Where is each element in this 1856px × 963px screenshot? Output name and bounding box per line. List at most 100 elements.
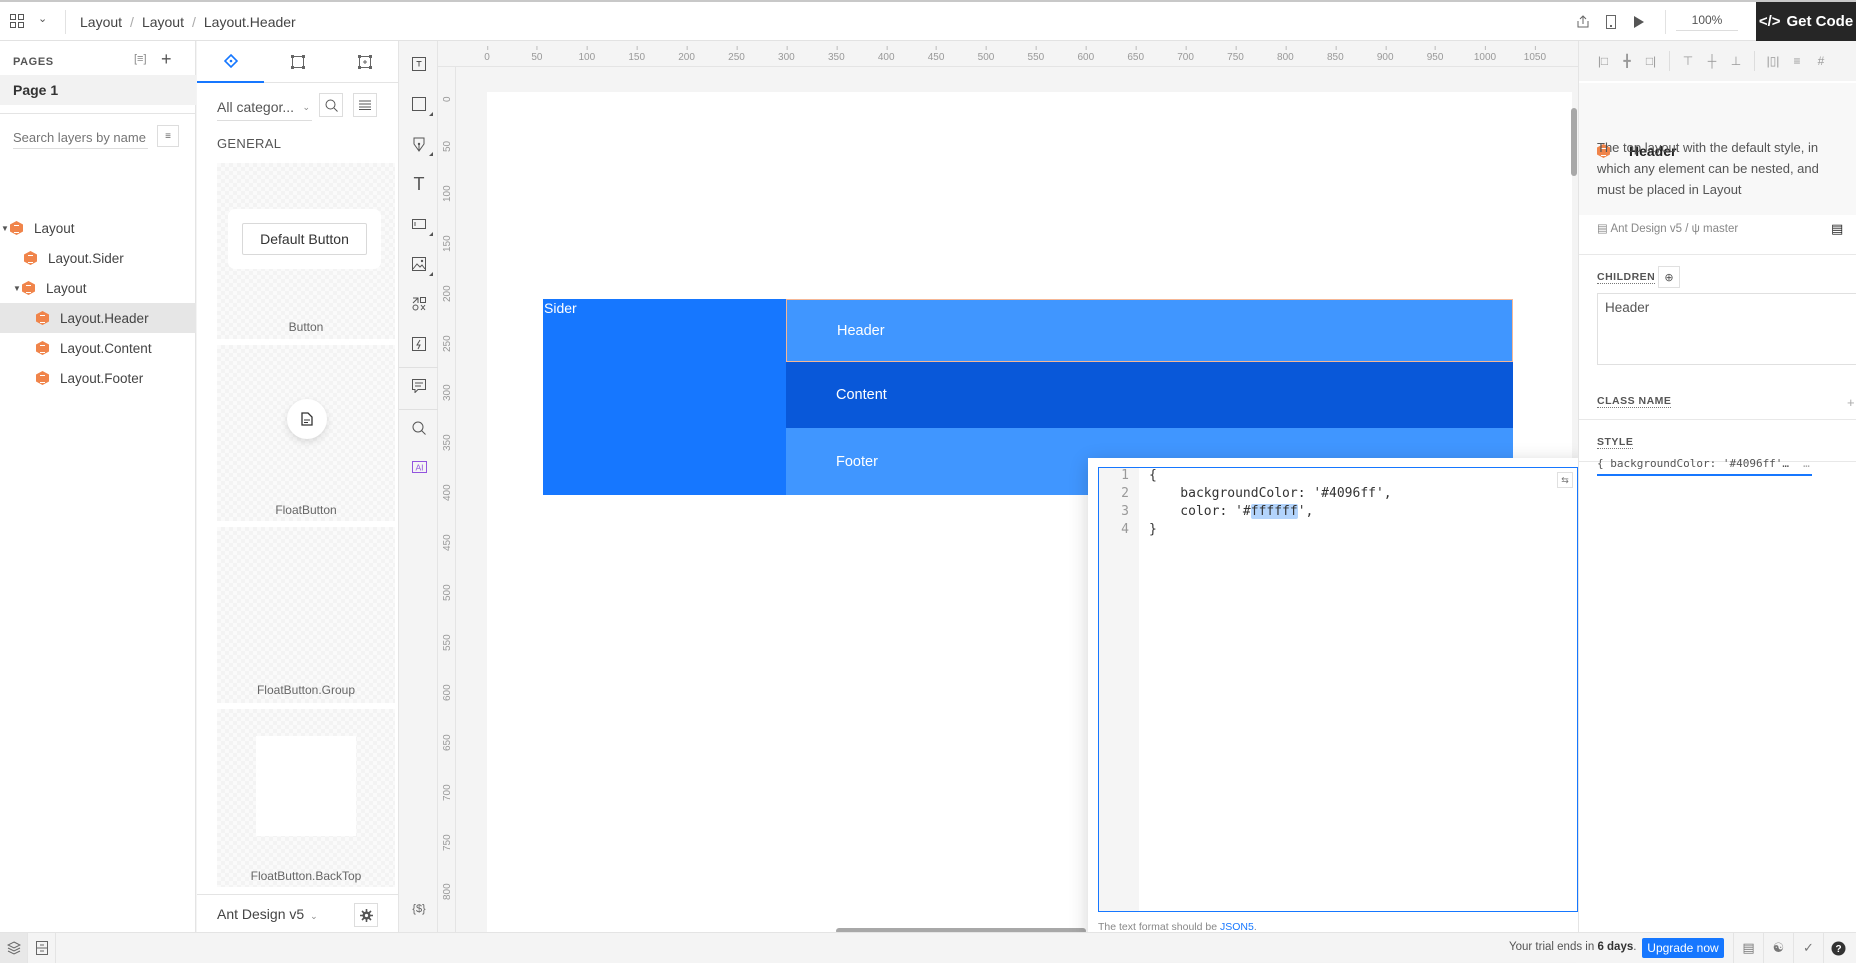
get-code-button[interactable]: </> Get Code xyxy=(1756,2,1856,41)
documentation-icon[interactable]: ▤ xyxy=(1831,221,1843,237)
component-diamond-icon xyxy=(223,54,238,68)
components-tool[interactable] xyxy=(399,289,439,319)
card-label: Button xyxy=(288,320,324,334)
library-name[interactable]: Ant Design v5 xyxy=(1610,223,1682,235)
ai-tool[interactable]: AI xyxy=(399,453,439,483)
layer-item[interactable]: ▼ Layout xyxy=(0,213,196,243)
upgrade-button[interactable]: Upgrade now xyxy=(1642,938,1724,958)
zoom-level[interactable]: 100% xyxy=(1676,13,1738,31)
ruler-tick: 250 xyxy=(728,46,745,63)
category-select[interactable]: All categor... ⌄ xyxy=(217,95,312,121)
children-input[interactable]: Header xyxy=(1597,293,1856,365)
layer-search-input[interactable] xyxy=(13,127,148,149)
component-card-button[interactable]: Default Button Button xyxy=(217,163,395,339)
align-middle-v-icon[interactable]: ┼ xyxy=(1700,54,1724,68)
screen-settings-icon[interactable]: ▤ xyxy=(1733,933,1763,963)
header-label: Header xyxy=(837,322,885,339)
input-tool[interactable] xyxy=(399,209,439,239)
layer-item[interactable]: ▼ Layout xyxy=(0,273,196,303)
interaction-tool[interactable] xyxy=(399,329,439,359)
code-editor[interactable]: 1{ 2 backgroundColor: '#4096ff', 3 color… xyxy=(1098,467,1578,912)
ruler-tick: 200 xyxy=(678,46,695,63)
app-grid-icon[interactable] xyxy=(10,14,24,28)
layer-item[interactable]: Layout.Footer xyxy=(0,363,196,393)
fit-page-icon[interactable]: [≡] xyxy=(134,53,147,65)
layer-label: Layout.Content xyxy=(60,340,152,356)
chevron-down-icon[interactable]: ⌄ xyxy=(38,12,47,25)
align-top-icon[interactable]: ⊤ xyxy=(1676,54,1700,68)
layer-item[interactable]: Layout.Content xyxy=(0,333,196,363)
rectangle-tool[interactable] xyxy=(399,89,439,119)
branch-name[interactable]: master xyxy=(1703,223,1738,235)
category-value: All categor... xyxy=(217,99,295,115)
ruler-tick: 500 xyxy=(977,46,995,63)
distribute-h-icon[interactable]: |▯| xyxy=(1761,54,1785,68)
chevron-down-icon: ⌄ xyxy=(302,102,310,112)
divider xyxy=(1579,419,1856,420)
breadcrumb-separator: / xyxy=(191,14,196,30)
variables-button[interactable]: {$} xyxy=(399,894,439,924)
image-tool[interactable] xyxy=(399,249,439,279)
canvas-content[interactable]: Content xyxy=(786,362,1513,428)
layers-toggle[interactable] xyxy=(0,933,28,963)
format-icon[interactable]: ⇆ xyxy=(1557,472,1573,488)
add-classname-button[interactable]: + xyxy=(1847,395,1855,410)
ruler-tick: 500 xyxy=(442,584,453,601)
card-label: FloatButton xyxy=(275,503,337,517)
text-frame-tool[interactable] xyxy=(399,49,439,79)
distribute-v-icon[interactable]: ≡ xyxy=(1785,54,1809,68)
align-left-icon[interactable]: |□ xyxy=(1591,54,1615,68)
search-button[interactable] xyxy=(319,93,343,117)
component-card-floatbutton-backtop[interactable]: FloatButton.BackTop xyxy=(217,709,395,887)
align-right-icon[interactable]: □| xyxy=(1639,54,1663,68)
ruler-tick: 750 xyxy=(1227,46,1244,63)
library-value: Ant Design v5 xyxy=(217,906,305,922)
canvas-sider[interactable]: Sider xyxy=(543,299,786,495)
tab-frames[interactable] xyxy=(264,41,331,83)
style-input[interactable]: { backgroundColor: '#4096ff'…… xyxy=(1597,454,1812,476)
check-status-icon[interactable]: ✓ xyxy=(1793,933,1823,963)
breadcrumb-item[interactable]: Layout xyxy=(142,14,184,30)
breadcrumb-item-current[interactable]: Layout.Header xyxy=(204,14,296,30)
play-icon[interactable] xyxy=(1625,8,1653,36)
ruler-tick: 50 xyxy=(531,46,543,63)
layer-item-selected[interactable]: Layout.Header xyxy=(0,303,196,333)
search-tool[interactable] xyxy=(399,413,439,443)
list-view-button[interactable] xyxy=(353,93,377,117)
library-select[interactable]: Ant Design v5 ⌄ xyxy=(217,906,318,922)
target-icon[interactable]: ⊕ xyxy=(1658,266,1680,288)
tab-components[interactable] xyxy=(197,41,264,83)
ruler-tick: 350 xyxy=(442,434,453,452)
caret-down-icon[interactable]: ▼ xyxy=(0,224,10,233)
device-preview-icon[interactable] xyxy=(1597,8,1625,36)
settings-button[interactable] xyxy=(354,903,378,927)
canvas-header-selected[interactable]: Header xyxy=(786,299,1513,362)
panel-tabs xyxy=(197,41,398,83)
vertical-scrollbar[interactable] xyxy=(1571,108,1577,176)
library-footer: Ant Design v5 ⌄ xyxy=(197,894,398,932)
tab-templates[interactable] xyxy=(331,41,398,83)
breadcrumb-item[interactable]: Layout xyxy=(80,14,122,30)
footer-label: Footer xyxy=(836,453,878,470)
accessibility-icon[interactable]: ☯ xyxy=(1763,933,1793,963)
help-icon[interactable]: ? xyxy=(1823,933,1853,963)
text-tool[interactable]: T xyxy=(399,169,439,199)
comment-tool[interactable] xyxy=(399,371,439,401)
add-page-button[interactable]: + xyxy=(161,49,172,70)
ruler-tick: 100 xyxy=(442,185,453,202)
export-icon[interactable] xyxy=(1569,8,1597,36)
align-center-h-icon[interactable]: ╋ xyxy=(1615,54,1639,68)
pen-tool[interactable] xyxy=(399,129,439,159)
align-bottom-icon[interactable]: ⊥ xyxy=(1724,54,1748,68)
ruler-tick: 200 xyxy=(442,284,453,302)
svg-text:?: ? xyxy=(1835,944,1841,955)
layer-item[interactable]: Layout.Sider xyxy=(0,243,196,273)
page-item[interactable]: Page 1 xyxy=(0,75,196,105)
component-card-floatbutton[interactable]: FloatButton xyxy=(217,345,395,521)
caret-down-icon[interactable]: ▼ xyxy=(12,284,22,293)
component-description: The top layout with the default style, i… xyxy=(1597,140,1819,197)
filter-button[interactable]: ≡ xyxy=(157,125,179,147)
component-card-floatbutton-group[interactable]: FloatButton.Group xyxy=(217,527,395,703)
grid-icon[interactable]: # xyxy=(1809,54,1833,68)
assets-toggle[interactable] xyxy=(28,933,56,963)
